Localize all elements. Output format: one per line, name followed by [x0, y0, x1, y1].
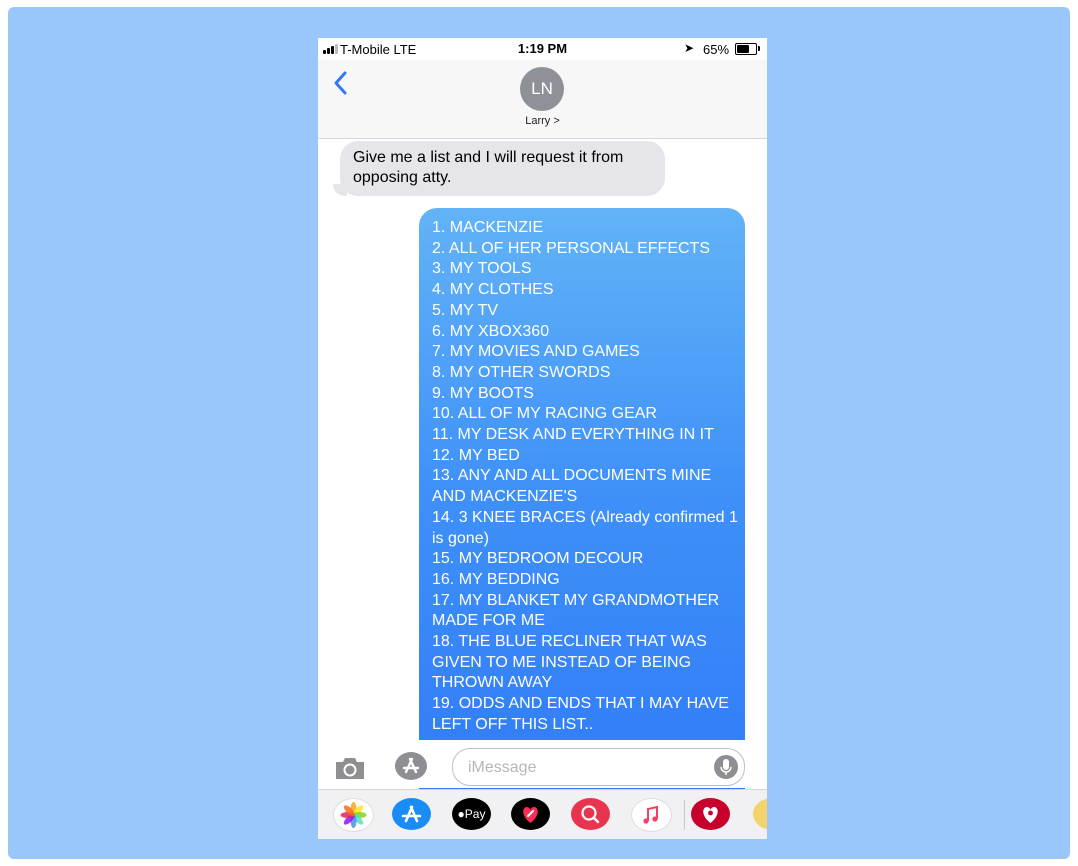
contact-name[interactable]: Larry > [318, 115, 767, 127]
digital-touch-app[interactable] [511, 798, 550, 830]
battery-percent: 65% [703, 42, 730, 57]
outgoing-list-item: 13. ANY AND ALL DOCUMENTS MINE AND MACKE… [432, 467, 712, 506]
outgoing-list-item: 7. MY MOVIES AND GAMES [432, 343, 640, 361]
outgoing-list-item: 10. ALL OF MY RACING GEAR [432, 405, 657, 423]
more-app[interactable] [753, 798, 767, 830]
photos-icon [340, 802, 367, 828]
outgoing-list-item: 2. ALL OF HER PERSONAL EFFECTS [432, 239, 710, 257]
iheartradio-icon [703, 807, 718, 823]
camera-icon [336, 758, 364, 779]
message-input[interactable]: iMessage [452, 748, 745, 786]
iheartradio-app[interactable] [691, 798, 730, 830]
outgoing-list-item: 8. MY OTHER SWORDS [432, 363, 611, 381]
battery-nub [758, 46, 760, 51]
apple-pay-app[interactable]: ●Pay [452, 798, 491, 830]
outgoing-message-list: 1. MACKENZIE 2. ALL OF HER PERSONAL EFFEC… [432, 218, 738, 736]
outgoing-list-item: 12. MY BED [432, 446, 520, 464]
app-store-icon [395, 752, 427, 780]
outgoing-list-item: 16. MY BEDDING [432, 570, 560, 588]
outgoing-list-item: 6. MY XBOX360 [432, 322, 550, 340]
app-store-button[interactable] [394, 751, 429, 781]
outgoing-list-item: 14. 3 KNEE BRACES (Already confirmed 1 i… [432, 508, 738, 547]
clock: 1:19 PM [517, 41, 568, 56]
app-store-app[interactable] [392, 798, 431, 830]
outgoing-list-item: 9. MY BOOTS [432, 384, 534, 402]
outgoing-list-item: 18. THE BLUE RECLINER THAT WAS GIVEN TO … [432, 633, 707, 692]
status-bar: T-Mobile LTE 1:19 PM ➤ 65% [318, 38, 767, 60]
outgoing-list-item: 5. MY TV [432, 301, 499, 319]
compose-bar: iMessage [318, 740, 767, 788]
outgoing-list-item: 11. MY DESK AND EVERYTHING IN IT [432, 426, 714, 444]
phone-screen: T-Mobile LTE 1:19 PM ➤ 65% LN Larry > Gi… [318, 38, 767, 839]
avatar[interactable]: LN [520, 67, 564, 111]
outgoing-list-item: 4. MY CLOTHES [432, 281, 554, 299]
outgoing-list-item: 1. MACKENZIE [432, 219, 544, 236]
outgoing-list-item: 17. MY BLANKET MY GRANDMOTHER MADE FOR M… [432, 591, 720, 630]
back-button[interactable] [331, 68, 353, 98]
apple-pay-label: Pay [464, 807, 486, 821]
incoming-message-bubble[interactable]: Give me a list and I will request it fro… [340, 141, 665, 196]
music-icon [643, 805, 658, 824]
chevron-left-icon [334, 71, 347, 95]
app-drawer: ●Pay [318, 789, 767, 839]
battery-icon [735, 43, 757, 55]
outgoing-list-item: 19. ODDS AND ENDS THAT I MAY HAVE LEFT O… [432, 695, 729, 733]
digital-touch-icon [523, 807, 538, 823]
apple-pay-icon: ● [457, 807, 465, 821]
outgoing-list-item: 3. MY TOOLS [432, 260, 532, 278]
message-input-placeholder: iMessage [468, 759, 537, 776]
search-images-app[interactable] [571, 798, 610, 830]
location-icon: ➤ [684, 41, 695, 55]
mic-icon [720, 759, 732, 775]
photos-app[interactable] [333, 798, 374, 832]
search-images-icon [581, 805, 600, 824]
incoming-message-text: Give me a list and I will request it fro… [353, 149, 624, 186]
music-app[interactable] [631, 798, 672, 832]
mic-button[interactable] [714, 755, 738, 779]
app-store-icon [401, 805, 422, 823]
drawer-divider [684, 800, 685, 830]
outgoing-list-item: 15. MY BEDROOM DECOUR [432, 550, 644, 568]
camera-button[interactable] [334, 756, 366, 780]
conversation-header: LN Larry > [318, 60, 767, 139]
